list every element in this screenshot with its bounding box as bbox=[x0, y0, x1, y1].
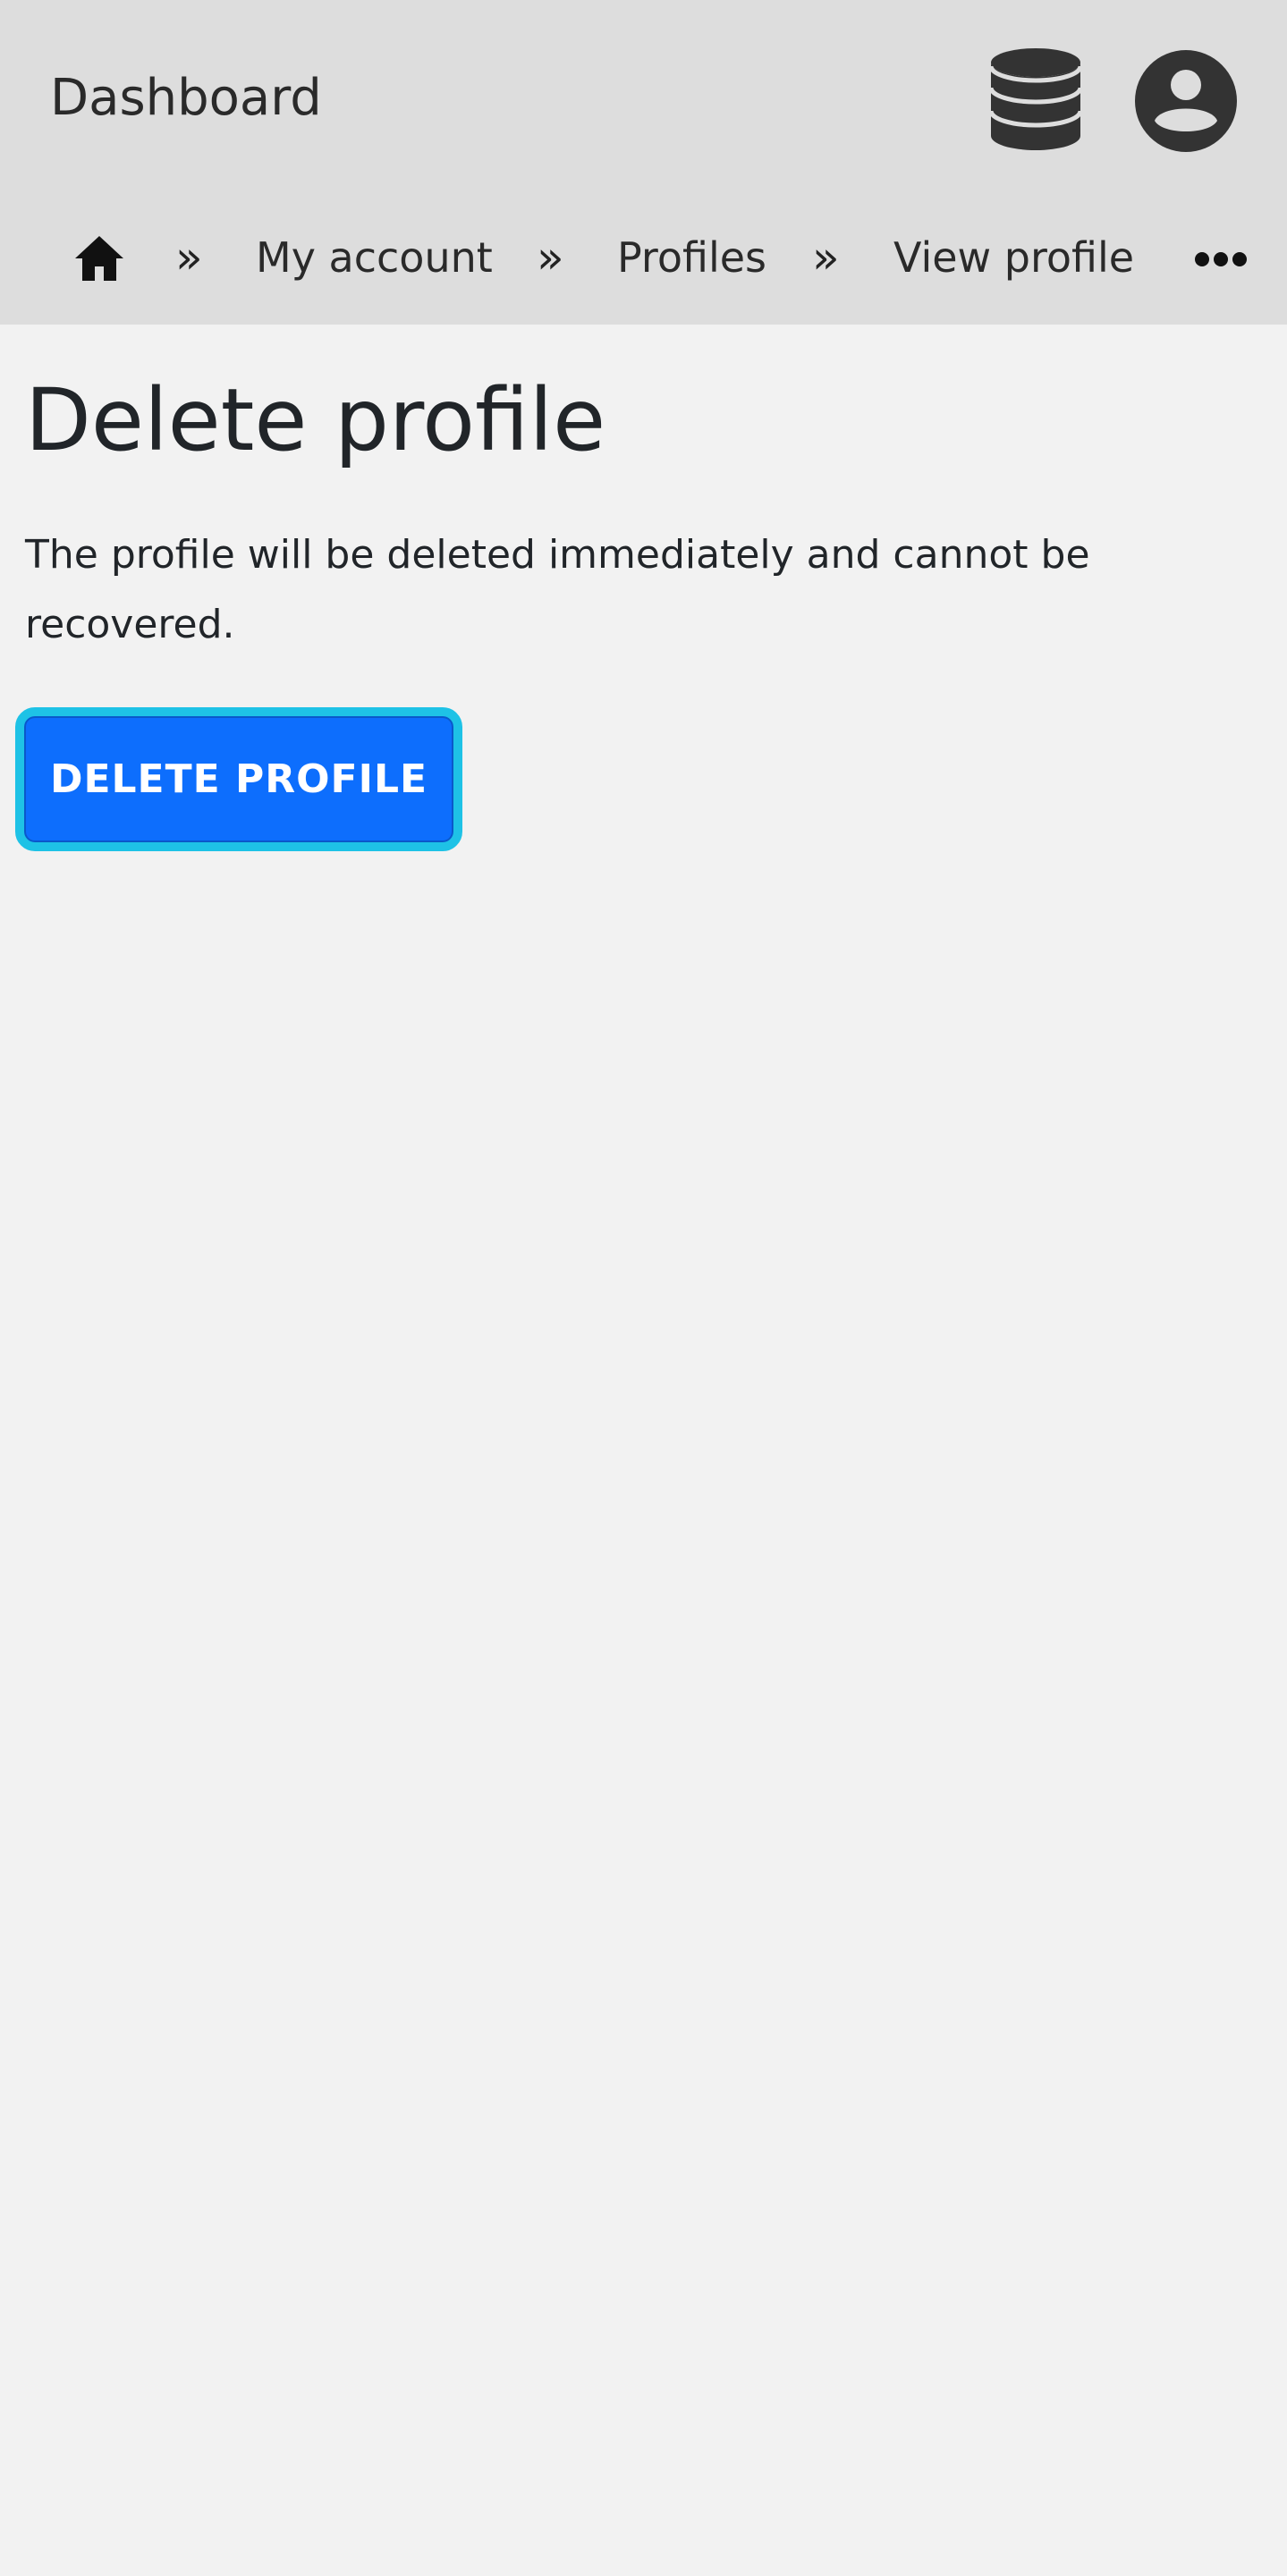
home-icon[interactable] bbox=[73, 234, 125, 283]
page-title: Delete profile bbox=[25, 370, 606, 470]
breadcrumb: » My account » Profiles » View profile bbox=[0, 215, 1287, 304]
brand-link[interactable]: Dashboard bbox=[50, 68, 322, 129]
delete-profile-button[interactable]: DELETE PROFILE bbox=[15, 707, 462, 851]
delete-warning-text: The profile will be deleted immediately … bbox=[25, 532, 1090, 647]
database-icon[interactable] bbox=[989, 46, 1082, 152]
breadcrumb-view-profile[interactable]: View profile bbox=[893, 231, 1134, 284]
breadcrumb-separator: » bbox=[812, 232, 840, 283]
breadcrumb-profiles[interactable]: Profiles bbox=[617, 231, 766, 284]
user-account-icon[interactable] bbox=[1134, 49, 1238, 153]
breadcrumb-separator: » bbox=[537, 232, 564, 283]
more-dots-icon[interactable] bbox=[1193, 249, 1249, 270]
top-navbar: Dashboard » My account » Profiles » View… bbox=[0, 0, 1287, 325]
breadcrumb-my-account[interactable]: My account bbox=[256, 231, 493, 284]
breadcrumb-separator: » bbox=[175, 232, 203, 283]
